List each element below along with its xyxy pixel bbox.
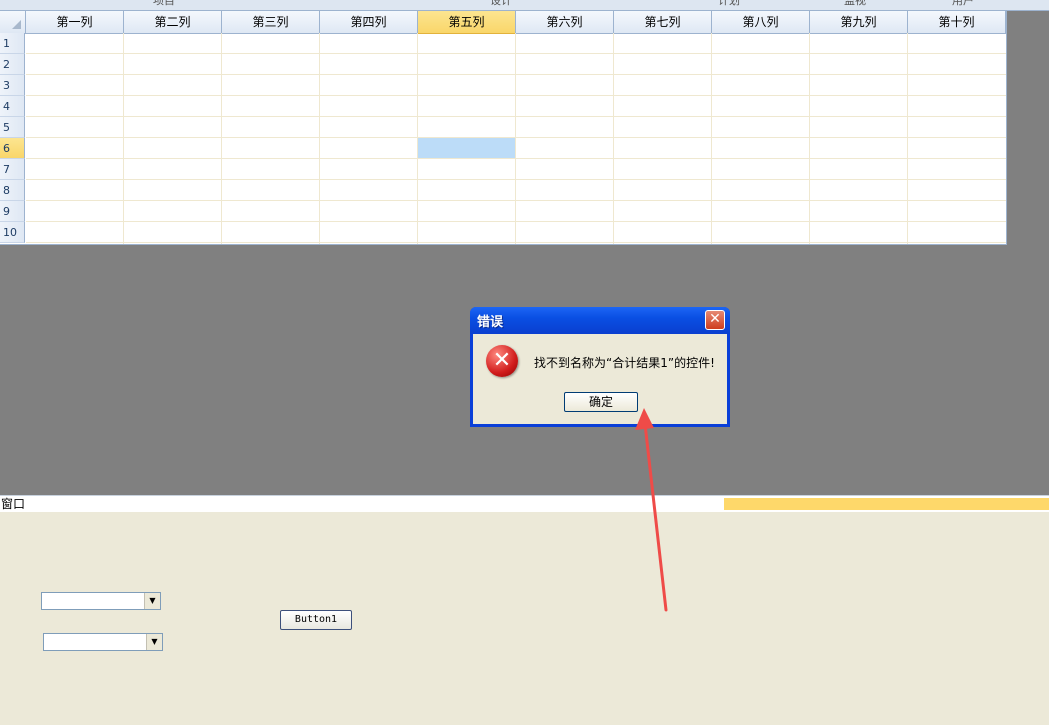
arrow-shaft [643,422,668,612]
annotation-arrow [635,408,668,612]
arrow-head [635,408,654,430]
